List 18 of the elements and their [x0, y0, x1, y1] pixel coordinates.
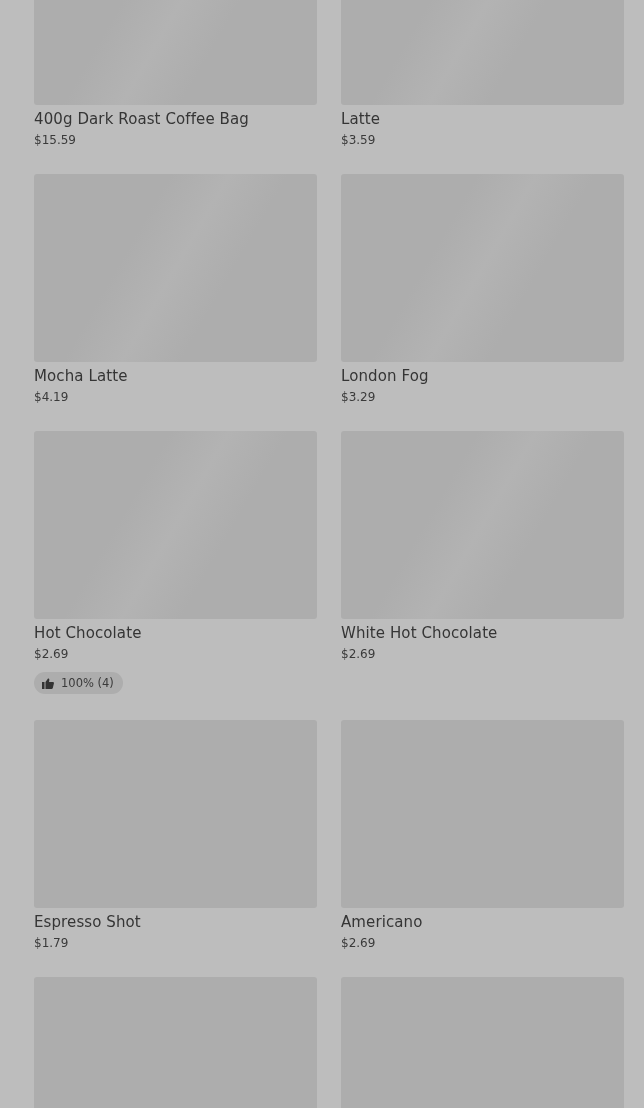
product-price: $2.69: [34, 646, 69, 662]
thumbs-up-icon: [42, 677, 54, 689]
product-name[interactable]: Mocha Latte: [34, 366, 128, 386]
product-price: $1.79: [34, 935, 69, 951]
product-name[interactable]: 400g Dark Roast Coffee Bag: [34, 109, 249, 129]
product-price: $2.69: [341, 646, 376, 662]
product-name[interactable]: Americano: [341, 912, 423, 932]
product-price: $15.59: [34, 132, 76, 148]
product-price: $3.29: [341, 389, 376, 405]
product-price: $4.19: [34, 389, 69, 405]
rating-text: 100% (4): [61, 676, 114, 690]
product-name[interactable]: White Hot Chocolate: [341, 623, 498, 643]
product-name[interactable]: Hot Chocolate: [34, 623, 142, 643]
product-name[interactable]: Latte: [341, 109, 381, 129]
product-price: $3.59: [341, 132, 376, 148]
product-price: $2.69: [341, 935, 376, 951]
product-name[interactable]: Espresso Shot: [34, 912, 141, 932]
product-name[interactable]: London Fog: [341, 366, 429, 386]
